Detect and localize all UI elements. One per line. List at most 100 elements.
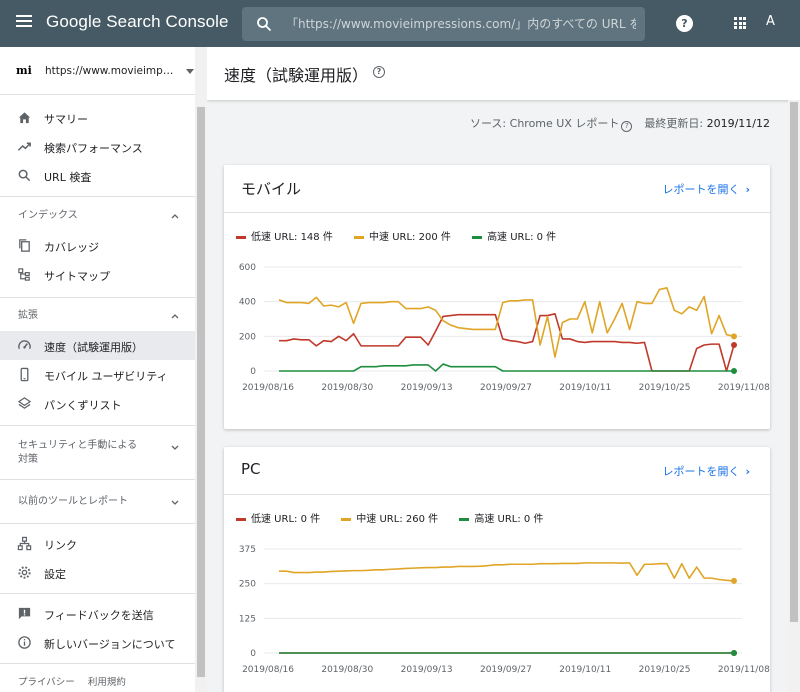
help-outline-icon[interactable]: ?	[373, 66, 385, 78]
y-tick-label: 0	[250, 649, 256, 659]
info-icon	[18, 636, 31, 649]
legend-fast[interactable]: 高速 URL: 0 件	[472, 228, 556, 243]
y-tick-label: 600	[239, 263, 256, 273]
nav-summary[interactable]: サマリー	[0, 103, 195, 132]
trending-up-icon	[17, 142, 31, 151]
series-line-slow[interactable]	[279, 312, 735, 372]
copy-icon	[19, 239, 30, 252]
nav-feedback[interactable]: フィードバックを送信	[0, 599, 195, 628]
open-report-link[interactable]: レポートを開く ›	[662, 463, 750, 479]
open-report-link[interactable]: レポートを開く ›	[662, 181, 750, 197]
nav-label: 検索パフォーマンス	[44, 142, 143, 155]
divider	[0, 593, 195, 594]
nav-label: 新しいバージョンについて	[44, 638, 176, 651]
page-title: 速度（試験運用版）	[224, 66, 369, 85]
section-label: セキュリティと手動による	[18, 440, 138, 451]
series-end-point-medium[interactable]	[731, 333, 737, 340]
menu-icon[interactable]	[16, 15, 32, 31]
privacy-link[interactable]: プライバシー	[18, 677, 75, 688]
series-end-point-slow[interactable]	[731, 342, 737, 348]
mobile-report-card: モバイル レポートを開く › 低速 URL: 148 件 中速 URL: 200 …	[224, 165, 770, 429]
divider	[0, 523, 195, 524]
nav-settings[interactable]: 設定	[0, 558, 195, 587]
nav-sitemaps[interactable]: サイトマップ	[0, 260, 195, 289]
y-tick-label: 250	[239, 580, 256, 590]
series-end-point-medium[interactable]	[731, 577, 737, 584]
nav-performance[interactable]: 検索パフォーマンス	[0, 132, 195, 161]
series-line-fast[interactable]	[279, 363, 734, 372]
account-avatar[interactable]: A	[766, 14, 775, 29]
terms-link[interactable]: 利用規約	[88, 677, 126, 688]
sidebar: mi https://www.movieimpressions.com/ サマリ…	[0, 47, 207, 692]
updated-date: 2019/11/12	[706, 117, 770, 130]
sitemap-icon	[18, 268, 30, 281]
y-tick-label: 200	[239, 332, 256, 342]
settings-icon	[18, 566, 31, 579]
x-tick-label: 2019/11/08	[718, 665, 770, 675]
series-end-point-fast[interactable]	[731, 368, 737, 374]
mobile-speed-chart: 0 200 400 600 2019/08/16 2019/08/30 2019/09/13…	[239, 263, 770, 393]
links-icon	[17, 536, 32, 551]
chevron-up-icon	[171, 314, 179, 319]
feedback-icon	[18, 607, 31, 620]
source-label: ソース: Chrome UX レポート	[469, 117, 620, 130]
section-legacy-tools[interactable]: 以前のツールとレポート	[0, 495, 195, 511]
section-label: 以前のツールとレポート	[18, 496, 128, 507]
legend-fast[interactable]: 高速 URL: 0 件	[459, 510, 543, 525]
section-index[interactable]: インデックス	[0, 209, 195, 225]
help-icon[interactable]: ?	[676, 15, 693, 32]
section-label: インデックス	[18, 210, 78, 221]
divider	[0, 297, 195, 298]
chevron-up-icon	[171, 214, 179, 219]
legend-medium[interactable]: 中速 URL: 200 件	[354, 228, 451, 243]
updated-label: 最終更新日:	[644, 117, 704, 130]
pc-speed-chart: 0 125 250 375 2019/08/16 2019/08/30 2019/09/13…	[239, 545, 770, 675]
source-bar: ソース: Chrome UX レポート? 最終更新日: 2019/11/12	[207, 109, 787, 133]
x-tick-label: 2019/08/16	[242, 383, 294, 393]
nav-links[interactable]: リンク	[0, 529, 195, 558]
legend-medium[interactable]: 中速 URL: 260 件	[341, 510, 438, 525]
nav-label: サイトマップ	[44, 270, 110, 283]
x-tick-label: 2019/09/27	[480, 665, 532, 675]
app-brand[interactable]: Google Search Console	[46, 12, 229, 32]
y-tick-label: 125	[239, 614, 256, 624]
speed-icon	[18, 340, 31, 350]
legend-slow[interactable]: 低速 URL: 148 件	[236, 228, 333, 243]
x-tick-label: 2019/10/25	[639, 665, 691, 675]
x-tick-label: 2019/10/11	[559, 665, 611, 675]
help-outline-icon[interactable]: ?	[621, 121, 633, 132]
nav-mobile-usability[interactable]: モバイル ユーザビリティ	[0, 360, 195, 389]
chevron-right-icon: ›	[745, 183, 750, 196]
nav-speed[interactable]: 速度（試験運用版）	[0, 331, 195, 360]
scrollbar-thumb[interactable]	[197, 107, 205, 677]
series-line-medium[interactable]	[278, 286, 735, 358]
legend-slow[interactable]: 低速 URL: 0 件	[236, 510, 320, 525]
nav-url-inspection[interactable]: URL 検査	[0, 161, 195, 190]
card-title: モバイル	[241, 180, 302, 198]
divider	[224, 212, 770, 213]
search-input[interactable]	[286, 14, 636, 34]
x-tick-label: 2019/08/16	[242, 665, 294, 675]
nav-label: サマリー	[44, 113, 88, 126]
section-enhancements[interactable]: 拡張	[0, 309, 195, 325]
home-icon	[18, 112, 31, 124]
divider	[0, 479, 195, 480]
nav-breadcrumbs[interactable]: パンくずリスト	[0, 389, 195, 418]
section-security[interactable]: セキュリティと手動による 対策	[0, 439, 195, 469]
scrollbar-thumb[interactable]	[790, 102, 798, 622]
x-tick-label: 2019/09/13	[401, 383, 453, 393]
property-selector[interactable]: mi https://www.movieimpressions.com/	[0, 47, 195, 95]
nav-about-new-version[interactable]: 新しいバージョンについて	[0, 628, 195, 657]
nav-coverage[interactable]: カバレッジ	[0, 231, 195, 260]
property-logo: mi	[16, 64, 32, 77]
smartphone-icon	[20, 367, 29, 382]
search-box[interactable]	[242, 7, 645, 41]
x-tick-label: 2019/11/08	[718, 383, 770, 393]
property-name: https://www.movieimpressions.com/	[45, 65, 175, 77]
sidebar-scrollbar[interactable]	[195, 47, 207, 692]
apps-grid-icon[interactable]	[734, 17, 746, 29]
main-scrollbar[interactable]	[788, 100, 800, 692]
series-end-point-fast[interactable]	[731, 650, 737, 656]
series-line-medium[interactable]	[279, 562, 735, 582]
sidebar-footer: プライバシー 利用規約	[18, 674, 136, 688]
